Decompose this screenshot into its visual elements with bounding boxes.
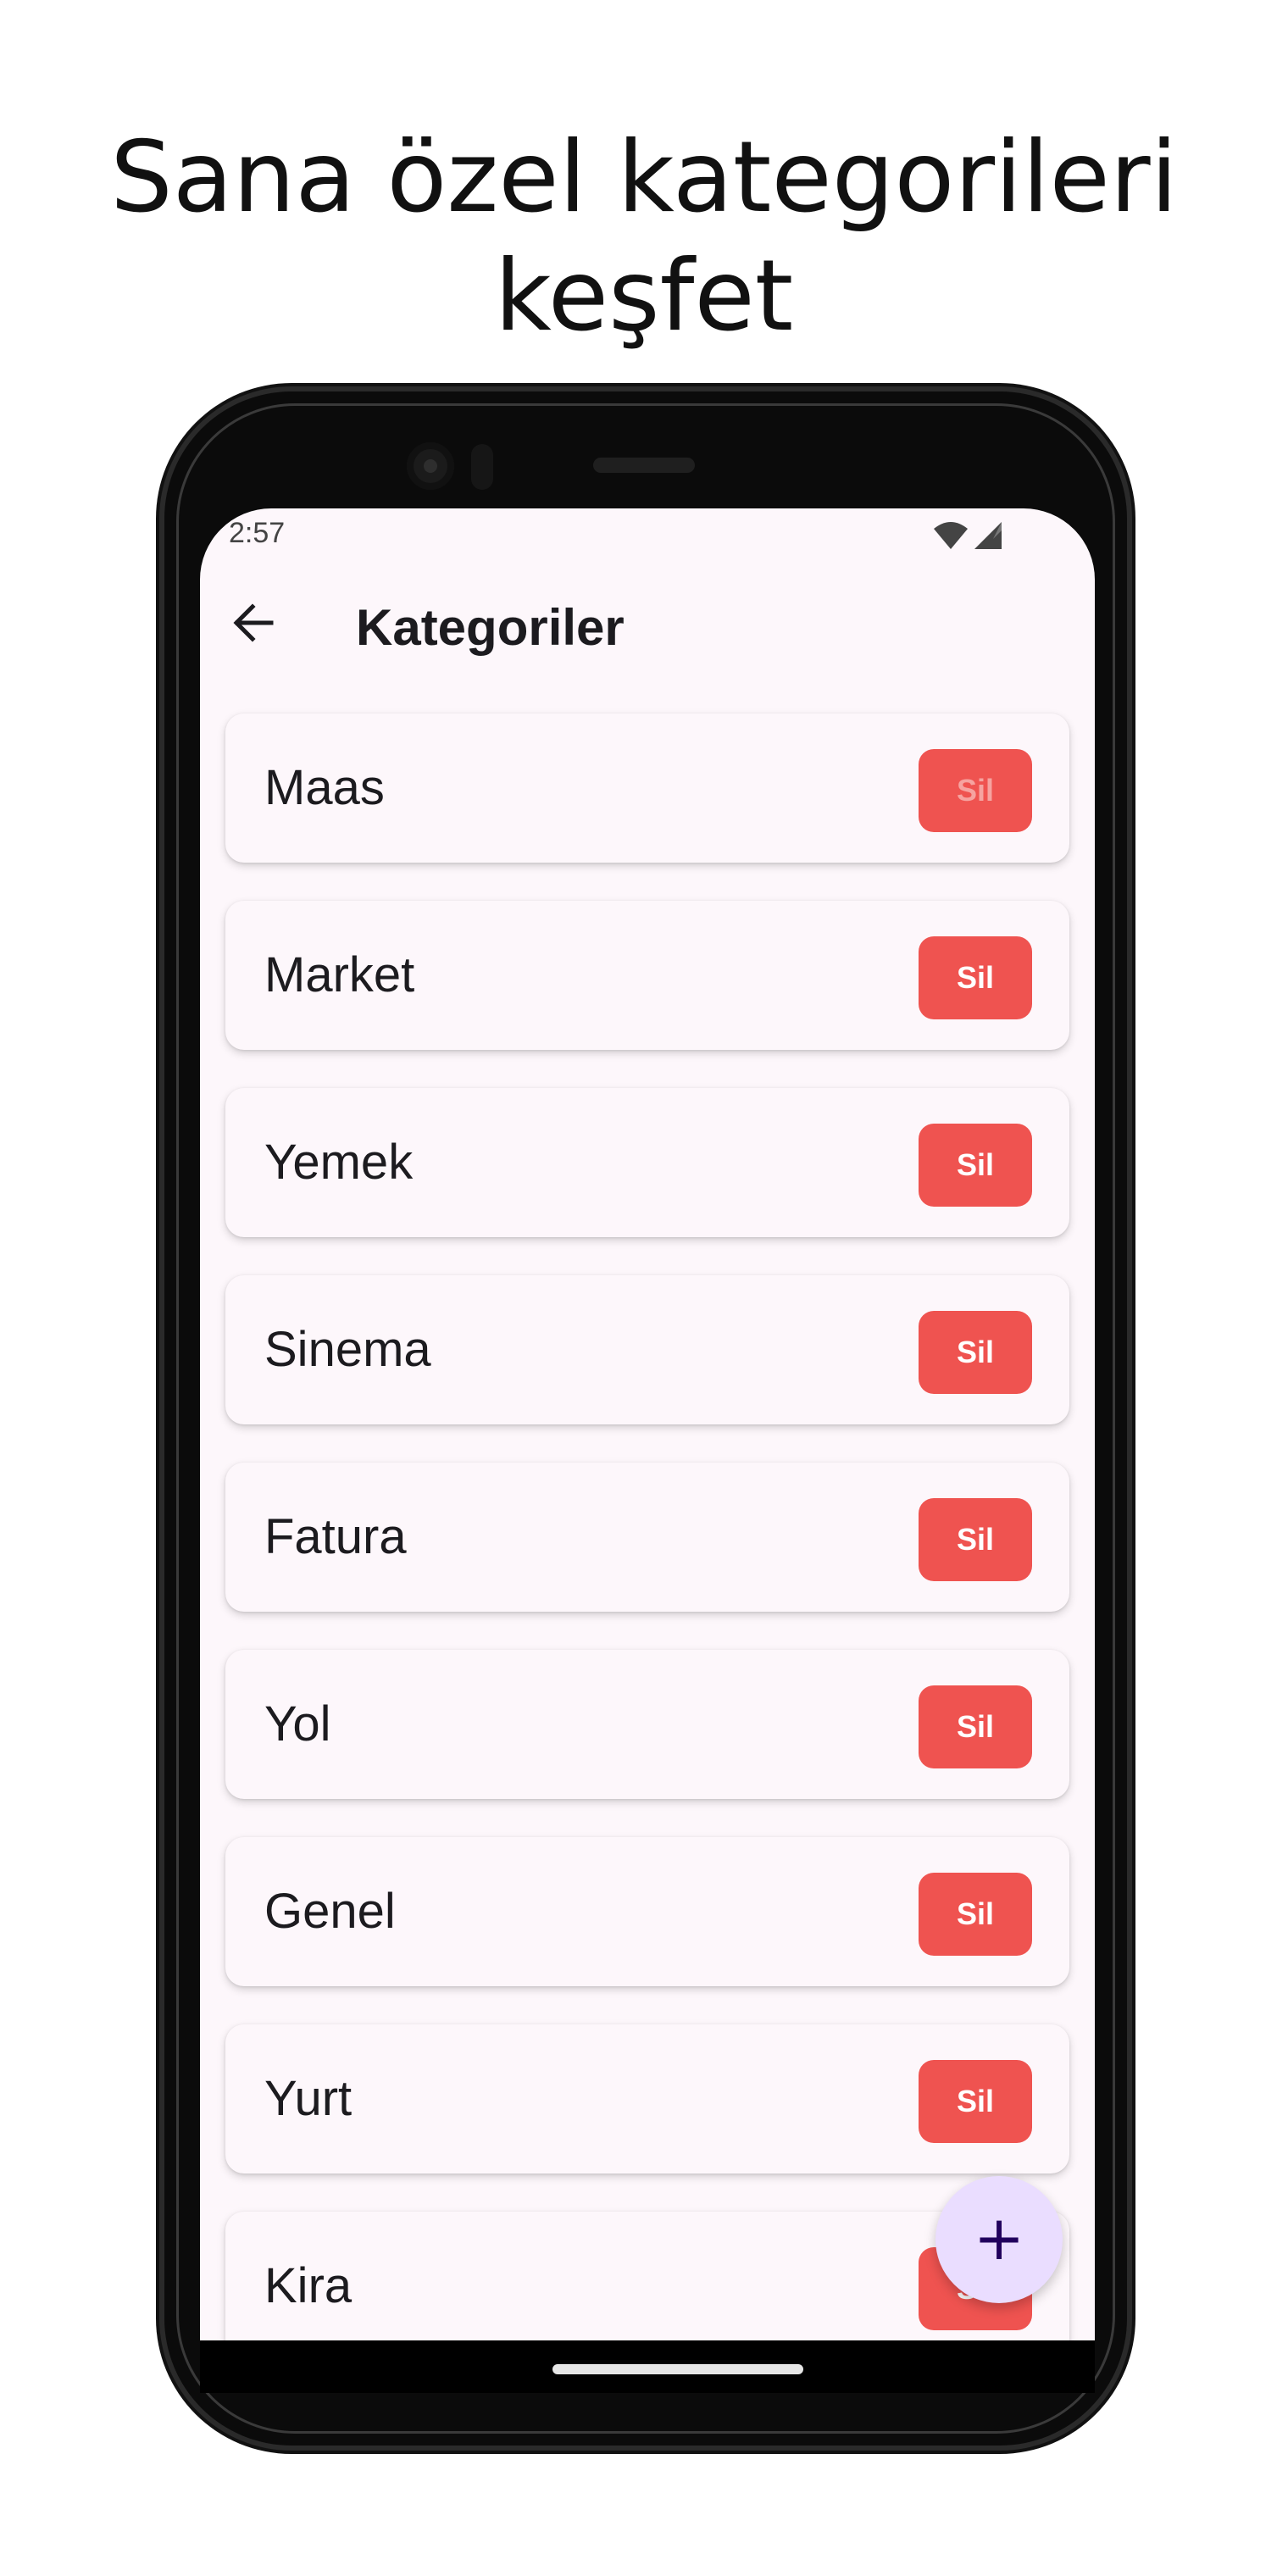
- category-card: Maas Sil: [225, 713, 1069, 863]
- delete-button[interactable]: Sil: [919, 1685, 1032, 1768]
- status-bar: 2:57: [200, 508, 1095, 568]
- front-camera: [407, 442, 454, 490]
- signal-icon: [974, 522, 1002, 549]
- plus-icon: +: [973, 2202, 1025, 2273]
- category-card: Yemek Sil: [225, 1088, 1069, 1237]
- arrow-left-icon: [233, 603, 274, 642]
- category-label: Yemek: [264, 1135, 414, 1190]
- category-card: Fatura Sil: [225, 1463, 1069, 1612]
- page-title: Kategoriler: [356, 599, 625, 656]
- earpiece-speaker: [593, 458, 695, 473]
- app-bar: Kategoriler: [200, 568, 1095, 678]
- system-nav-bar: [200, 2340, 1095, 2393]
- delete-button[interactable]: Sil: [919, 2060, 1032, 2143]
- category-label: Kira: [264, 2258, 353, 2313]
- category-card: Yol Sil: [225, 1650, 1069, 1799]
- back-button[interactable]: [215, 585, 291, 661]
- home-indicator[interactable]: [552, 2364, 803, 2374]
- delete-button[interactable]: Sil: [919, 1498, 1032, 1581]
- promo-headline-line-2: keşfet: [494, 239, 794, 353]
- delete-button[interactable]: Sil: [919, 936, 1032, 1019]
- add-category-button[interactable]: +: [935, 2176, 1063, 2303]
- category-label: Market: [264, 947, 415, 1002]
- category-label: Yurt: [264, 2071, 353, 2126]
- delete-button[interactable]: Sil: [919, 1124, 1032, 1207]
- phone-frame: 2:57 Kategoriler Maas Sil Market Sil Yem…: [164, 391, 1127, 2446]
- wifi-icon: [934, 522, 968, 549]
- delete-button[interactable]: Sil: [919, 1311, 1032, 1394]
- category-card: Sinema Sil: [225, 1275, 1069, 1424]
- category-label: Yol: [264, 1696, 331, 1752]
- status-time: 2:57: [229, 517, 286, 549]
- category-card: Yurt Sil: [225, 2024, 1069, 2174]
- category-label: Maas: [264, 760, 385, 815]
- category-label: Fatura: [264, 1509, 407, 1564]
- category-card: Market Sil: [225, 901, 1069, 1050]
- app-screen: 2:57 Kategoriler Maas Sil Market Sil Yem…: [200, 508, 1095, 2340]
- promo-headline: Sana özel kategorileri keşfet: [0, 119, 1288, 356]
- delete-button[interactable]: Sil: [919, 749, 1032, 832]
- delete-button[interactable]: Sil: [919, 1873, 1032, 1956]
- category-label: Sinema: [264, 1322, 431, 1377]
- proximity-sensor: [471, 444, 493, 490]
- promo-headline-line-1: Sana özel kategorileri: [110, 120, 1178, 235]
- status-icons: [932, 520, 1008, 554]
- category-card: Genel Sil: [225, 1837, 1069, 1986]
- category-label: Genel: [264, 1884, 396, 1939]
